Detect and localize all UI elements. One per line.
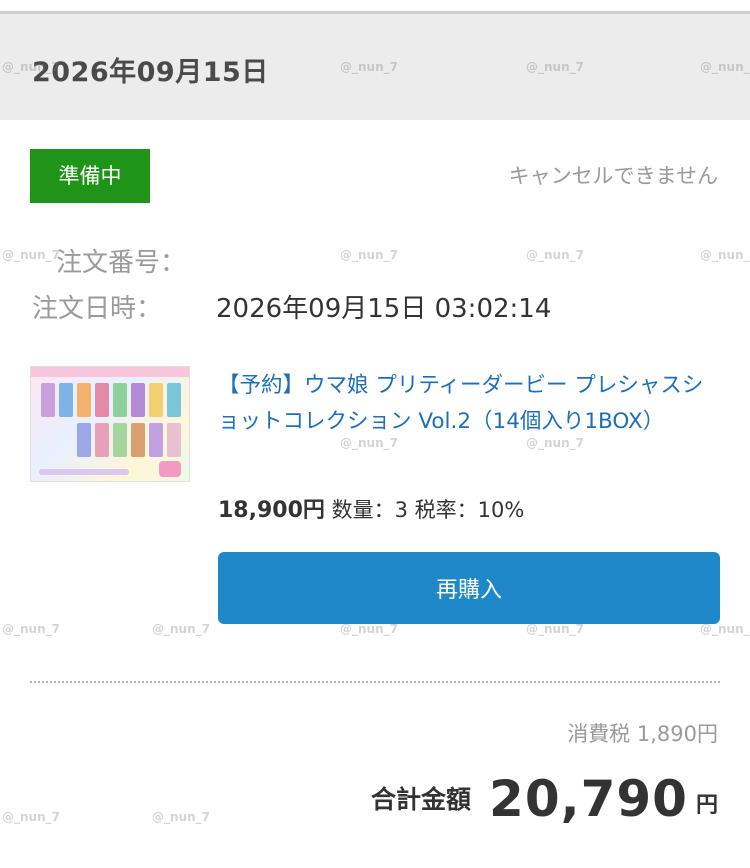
total-unit: 円 xyxy=(695,793,718,818)
watermark: @_nun_7 xyxy=(152,810,210,824)
rebuy-button[interactable]: 再購入 xyxy=(218,552,720,624)
total-label: 合計金額 xyxy=(371,785,472,814)
thumbnail-logo xyxy=(159,461,181,477)
thumbnail-card xyxy=(131,423,145,457)
thumbnail-card xyxy=(59,383,73,417)
thumbnail-card xyxy=(131,383,145,417)
thumbnail-card xyxy=(149,423,163,457)
total-line: 合計金額 20,790 円 xyxy=(371,770,718,828)
thumbnail-card xyxy=(95,383,109,417)
order-number-label: 注文番号： xyxy=(56,248,187,278)
watermark: @_nun_7 xyxy=(700,248,750,262)
thumbnail-caption xyxy=(39,469,129,475)
order-date-row: 注文日時： 2026年09月15日 03:02:14 xyxy=(32,288,551,325)
watermark: @_nun_7 xyxy=(526,622,584,636)
section-divider xyxy=(30,681,720,683)
order-date-label: 注文日時： xyxy=(32,294,163,324)
order-number-row: 注文番号： xyxy=(56,242,186,279)
status-badge: 準備中 xyxy=(30,149,150,203)
thumbnail-card xyxy=(167,423,181,457)
thumbnail-card xyxy=(95,423,109,457)
watermark: @_nun_7 xyxy=(700,622,750,636)
price-line: 18,900円 数量：3 税率：10% xyxy=(218,492,524,524)
watermark: @_nun_7 xyxy=(2,622,60,636)
product-thumbnail[interactable] xyxy=(30,366,190,482)
thumbnail-card xyxy=(113,383,127,417)
thumbnail-banner xyxy=(31,367,189,377)
item-tax-rate: 税率：10% xyxy=(414,498,525,522)
watermark: @_nun_7 xyxy=(340,248,398,262)
watermark: @_nun_7 xyxy=(152,622,210,636)
watermark: @_nun_7 xyxy=(526,248,584,262)
product-title-link[interactable]: 【予約】ウマ娘 プリティーダービー プレシャスショットコレクション Vol.2（… xyxy=(218,368,718,440)
item-quantity: 数量：3 xyxy=(331,498,408,522)
tax-line: 消費税 1,890円 xyxy=(567,718,718,748)
watermark: @_nun_7 xyxy=(340,622,398,636)
thumbnail-card xyxy=(149,383,163,417)
order-date-value: 2026年09月15日 03:02:14 xyxy=(216,294,552,324)
tax-value: 1,890円 xyxy=(636,722,718,746)
total-amount: 20,790 xyxy=(489,770,688,828)
item-price: 18,900円 xyxy=(218,498,325,523)
thumbnail-card xyxy=(77,423,91,457)
thumbnail-card xyxy=(167,383,181,417)
thumbnail-card xyxy=(41,383,55,417)
cancel-note: キャンセルできません xyxy=(508,164,718,188)
order-header-date: 2026年09月15日 xyxy=(32,57,269,88)
thumbnail-card xyxy=(113,423,127,457)
order-date-header: 2026年09月15日 xyxy=(0,14,750,120)
watermark: @_nun_7 xyxy=(2,810,60,824)
watermark: @_nun_7 xyxy=(2,248,60,262)
top-rule xyxy=(0,0,750,14)
thumbnail-card xyxy=(77,383,91,417)
tax-label: 消費税 xyxy=(567,722,631,746)
